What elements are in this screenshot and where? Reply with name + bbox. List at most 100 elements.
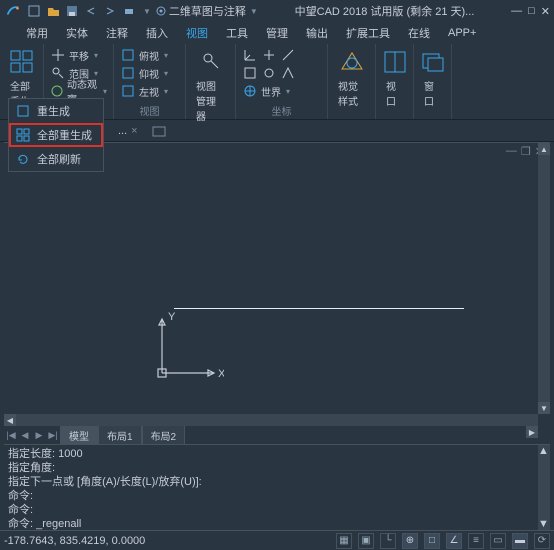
cmd-scroll-up-icon[interactable]: ▲ — [538, 445, 550, 457]
grid-toggle[interactable]: ▦ — [336, 533, 352, 549]
top-view-button[interactable]: 俯视▾ — [120, 46, 179, 64]
drawing-canvas[interactable]: — ❐ ✕ Y X ▲ ▼ ◀ ▶ — [4, 142, 550, 426]
ucs-z-icon — [280, 47, 296, 63]
tab-manage[interactable]: 管理 — [258, 23, 296, 43]
snap-toggle[interactable]: ▣ — [358, 533, 374, 549]
dropdown-refresh-all[interactable]: 全部刷新 — [9, 147, 103, 171]
osnap-toggle[interactable]: □ — [424, 533, 440, 549]
document-tab-name: ... — [118, 125, 127, 137]
dropdown-regen-label: 重生成 — [37, 103, 70, 119]
pan-button[interactable]: 平移▾ — [50, 46, 107, 64]
canvas-minimize-icon[interactable]: — — [506, 145, 517, 158]
workspace-selector[interactable]: 二维草图与注释 ▼ — [155, 3, 258, 19]
tab-common[interactable]: 常用 — [18, 23, 56, 43]
qat-dropdown-icon[interactable]: ▼ — [143, 7, 151, 16]
cmd-line: 指定长度: 1000 — [8, 447, 546, 461]
ribbon-tabs: 常用 实体 注释 插入 视图 工具 管理 输出 扩展工具 在线 APP+ — [0, 22, 554, 44]
dropdown-regen-all-label: 全部重生成 — [37, 127, 92, 143]
ucs-icon-button[interactable] — [242, 46, 321, 64]
chevron-down-icon: ▼ — [250, 7, 258, 16]
regen-icon — [15, 103, 31, 119]
left-view-button[interactable]: 左视▾ — [120, 82, 179, 100]
tab-output[interactable]: 输出 — [298, 23, 336, 43]
document-tab[interactable]: ... × — [110, 123, 146, 139]
app-logo-icon[interactable] — [4, 2, 22, 20]
tab-insert[interactable]: 插入 — [138, 23, 176, 43]
canvas-restore-icon[interactable]: ❐ — [521, 145, 531, 158]
tab-tools[interactable]: 工具 — [218, 23, 256, 43]
world-ucs-button[interactable]: 世界▾ — [242, 82, 321, 100]
tab-online[interactable]: 在线 — [400, 23, 438, 43]
cmd-v-scrollbar[interactable]: ▲ ▼ — [538, 445, 550, 530]
dropdown-regen[interactable]: 重生成 — [9, 99, 103, 123]
command-window[interactable]: 指定长度: 1000 指定角度: 指定下一点或 [角度(A)/长度(L)/放弃(… — [4, 444, 550, 530]
layout-tab-1[interactable]: 布局1 — [98, 425, 142, 446]
cmd-line: 命令: _regenall — [8, 517, 546, 530]
ucs-y-label: Y — [168, 311, 176, 323]
regen-all-icon-small — [15, 127, 31, 143]
cmd-scroll-down-icon[interactable]: ▼ — [538, 518, 550, 530]
ucs-x-label: X — [218, 368, 224, 380]
layout-prev-icon[interactable]: ◀ — [18, 428, 32, 442]
dyn-toggle[interactable]: ▭ — [490, 533, 506, 549]
tab-annotate[interactable]: 注释 — [98, 23, 136, 43]
scroll-left-icon[interactable]: ◀ — [4, 414, 16, 426]
regen-all-icon — [8, 48, 36, 76]
close-tab-icon[interactable]: × — [131, 125, 137, 137]
ucs-row2[interactable] — [242, 64, 321, 82]
bottom-view-button[interactable]: 仰视▾ — [120, 64, 179, 82]
window-label: 窗口 — [424, 78, 441, 108]
save-icon[interactable] — [64, 3, 80, 19]
new-tab-icon[interactable] — [152, 124, 166, 138]
viewport-button[interactable]: 视口 — [382, 46, 407, 110]
title-bar: ▼ 二维草图与注释 ▼ 中望CAD 2018 试用版 (剩余 21 天)... … — [0, 0, 554, 22]
globe-icon — [242, 83, 258, 99]
tab-extend[interactable]: 扩展工具 — [338, 23, 398, 43]
window-icon — [419, 48, 447, 76]
cmd-line: 命令: — [8, 503, 546, 517]
pan-icon — [50, 47, 66, 63]
layout-tab-2[interactable]: 布局2 — [142, 425, 186, 446]
ucs-indicator: Y X — [144, 311, 224, 391]
canvas-v-scrollbar[interactable]: ▲ ▼ — [538, 143, 550, 414]
print-icon[interactable] — [121, 3, 137, 19]
tab-app[interactable]: APP+ — [440, 25, 484, 41]
model-toggle[interactable]: ▬ — [512, 533, 528, 549]
polar-toggle[interactable]: ⊕ — [402, 533, 418, 549]
dropdown-regen-all[interactable]: 全部重生成 — [9, 123, 103, 147]
layout-next-icon[interactable]: ▶ — [32, 428, 46, 442]
redo-icon[interactable] — [102, 3, 118, 19]
cube-left-icon — [120, 83, 136, 99]
tab-solid[interactable]: 实体 — [58, 23, 96, 43]
cmd-line: 命令: — [8, 489, 546, 503]
status-bar: -178.7643, 835.4219, 0.0000 ▦ ▣ └ ⊕ □ ∠ … — [0, 530, 554, 550]
layout-last-icon[interactable]: ▶| — [46, 428, 60, 442]
new-icon[interactable] — [26, 3, 42, 19]
coordinates-display[interactable]: -178.7643, 835.4219, 0.0000 — [4, 535, 145, 547]
lineweight-toggle[interactable]: ≡ — [468, 533, 484, 549]
view-manager-label: 视图管理器 — [196, 78, 225, 123]
maximize-button[interactable]: □ — [528, 5, 535, 18]
cycle-toggle[interactable]: ⟳ — [534, 533, 550, 549]
window-title: 中望CAD 2018 试用版 (剩余 21 天)... — [262, 3, 507, 19]
visual-style-button[interactable]: 视觉样式 — [334, 46, 369, 110]
layout-tabs: |◀ ◀ ▶ ▶| 模型 布局1 布局2 — [4, 426, 550, 444]
undo-icon[interactable] — [83, 3, 99, 19]
close-button[interactable]: ✕ — [541, 5, 550, 18]
orbit-icon — [50, 83, 64, 99]
otrack-toggle[interactable]: ∠ — [446, 533, 462, 549]
tab-view[interactable]: 视图 — [178, 23, 216, 43]
open-icon[interactable] — [45, 3, 61, 19]
minimize-button[interactable]: — — [511, 5, 522, 18]
canvas-h-scrollbar[interactable]: ◀ ▶ — [4, 414, 538, 426]
ortho-toggle[interactable]: └ — [380, 533, 396, 549]
window-controls: — □ ✕ — [511, 5, 550, 18]
scroll-right-icon[interactable]: ▶ — [526, 426, 538, 438]
layout-first-icon[interactable]: |◀ — [4, 428, 18, 442]
scroll-down-icon[interactable]: ▼ — [538, 402, 550, 414]
layout-tab-model[interactable]: 模型 — [60, 425, 98, 446]
scroll-up-icon[interactable]: ▲ — [538, 143, 550, 155]
regen-dropdown-menu: 重生成 全部重生成 全部刷新 — [8, 98, 104, 172]
window-button[interactable]: 窗口 — [420, 46, 445, 110]
view-manager-button[interactable]: 视图管理器 — [192, 46, 229, 125]
